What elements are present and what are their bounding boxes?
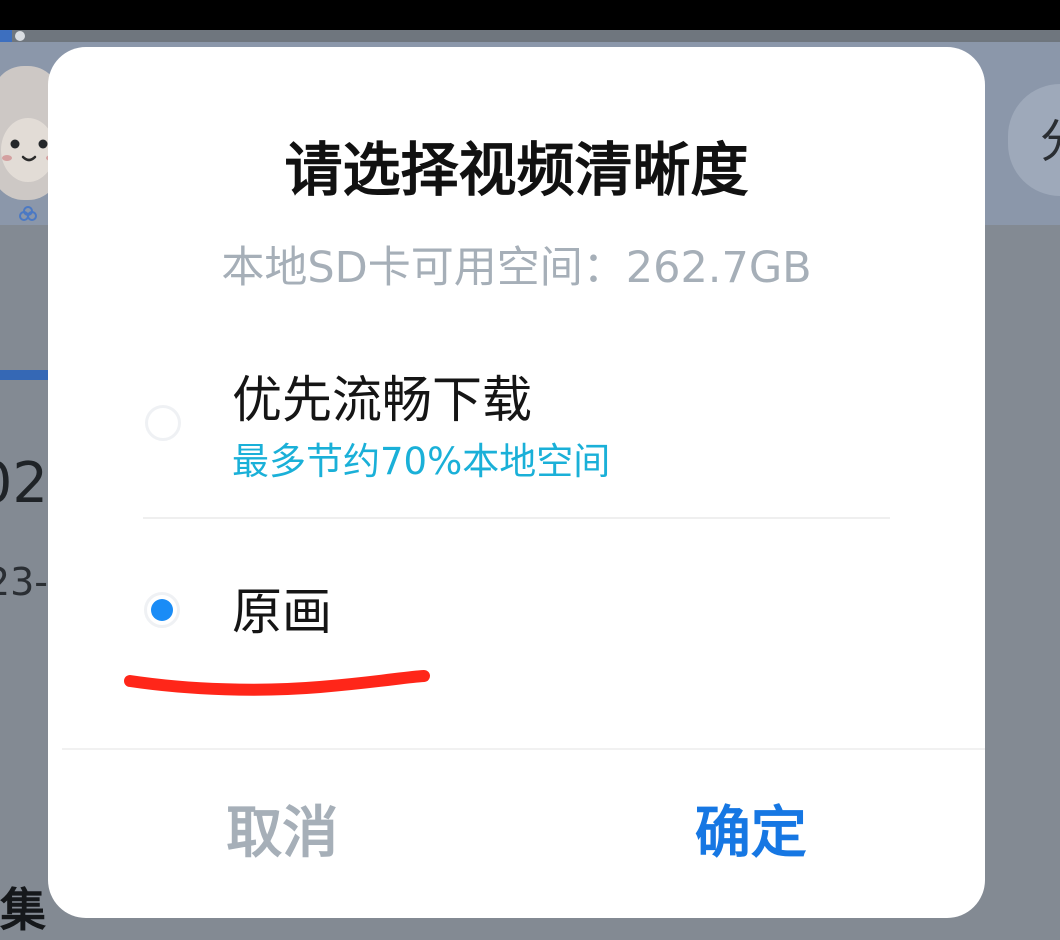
title-fragment-text: 02	[0, 452, 48, 516]
date-fragment-text: 23-	[0, 560, 48, 604]
screen: 分 02 23- 集 请选择视频清晰度 本地SD卡可用空间：262.7GB 优先…	[0, 0, 1060, 940]
storage-info: 本地SD卡可用空间：262.7GB	[221, 243, 812, 293]
option-label: 原画	[232, 583, 332, 641]
radio-unselected-icon[interactable]	[145, 405, 181, 441]
progress-fill	[0, 30, 12, 42]
option-divider	[143, 517, 890, 519]
cloud-logo-icon	[19, 206, 37, 221]
status-bar	[0, 0, 1060, 30]
radio-dot	[151, 599, 173, 621]
side-button-label: 分	[1040, 116, 1060, 166]
title-fragment: 02	[0, 452, 48, 516]
cancel-button[interactable]: 取消	[48, 750, 517, 918]
tab-indicator	[0, 370, 48, 380]
option-label: 优先流畅下载	[232, 371, 532, 429]
progress-knob[interactable]	[15, 31, 25, 41]
option-smooth-download[interactable]: 优先流畅下载 最多节约70%本地空间	[108, 347, 928, 515]
section-heading-fragment: 集	[0, 883, 46, 937]
confirm-button[interactable]: 确定	[517, 750, 986, 918]
radio-selected-icon[interactable]	[144, 592, 180, 628]
dialog-buttons: 取消 确定	[48, 750, 985, 918]
option-description: 最多节约70%本地空间	[232, 440, 611, 483]
option-original-quality[interactable]: 原画	[108, 521, 928, 717]
video-progress-bar[interactable]	[0, 30, 1060, 42]
dialog-title: 请选择视频清晰度	[284, 136, 749, 204]
quality-select-dialog: 请选择视频清晰度 本地SD卡可用空间：262.7GB 优先流畅下载 最多节约70…	[48, 47, 985, 918]
date-fragment: 23-	[0, 560, 48, 604]
